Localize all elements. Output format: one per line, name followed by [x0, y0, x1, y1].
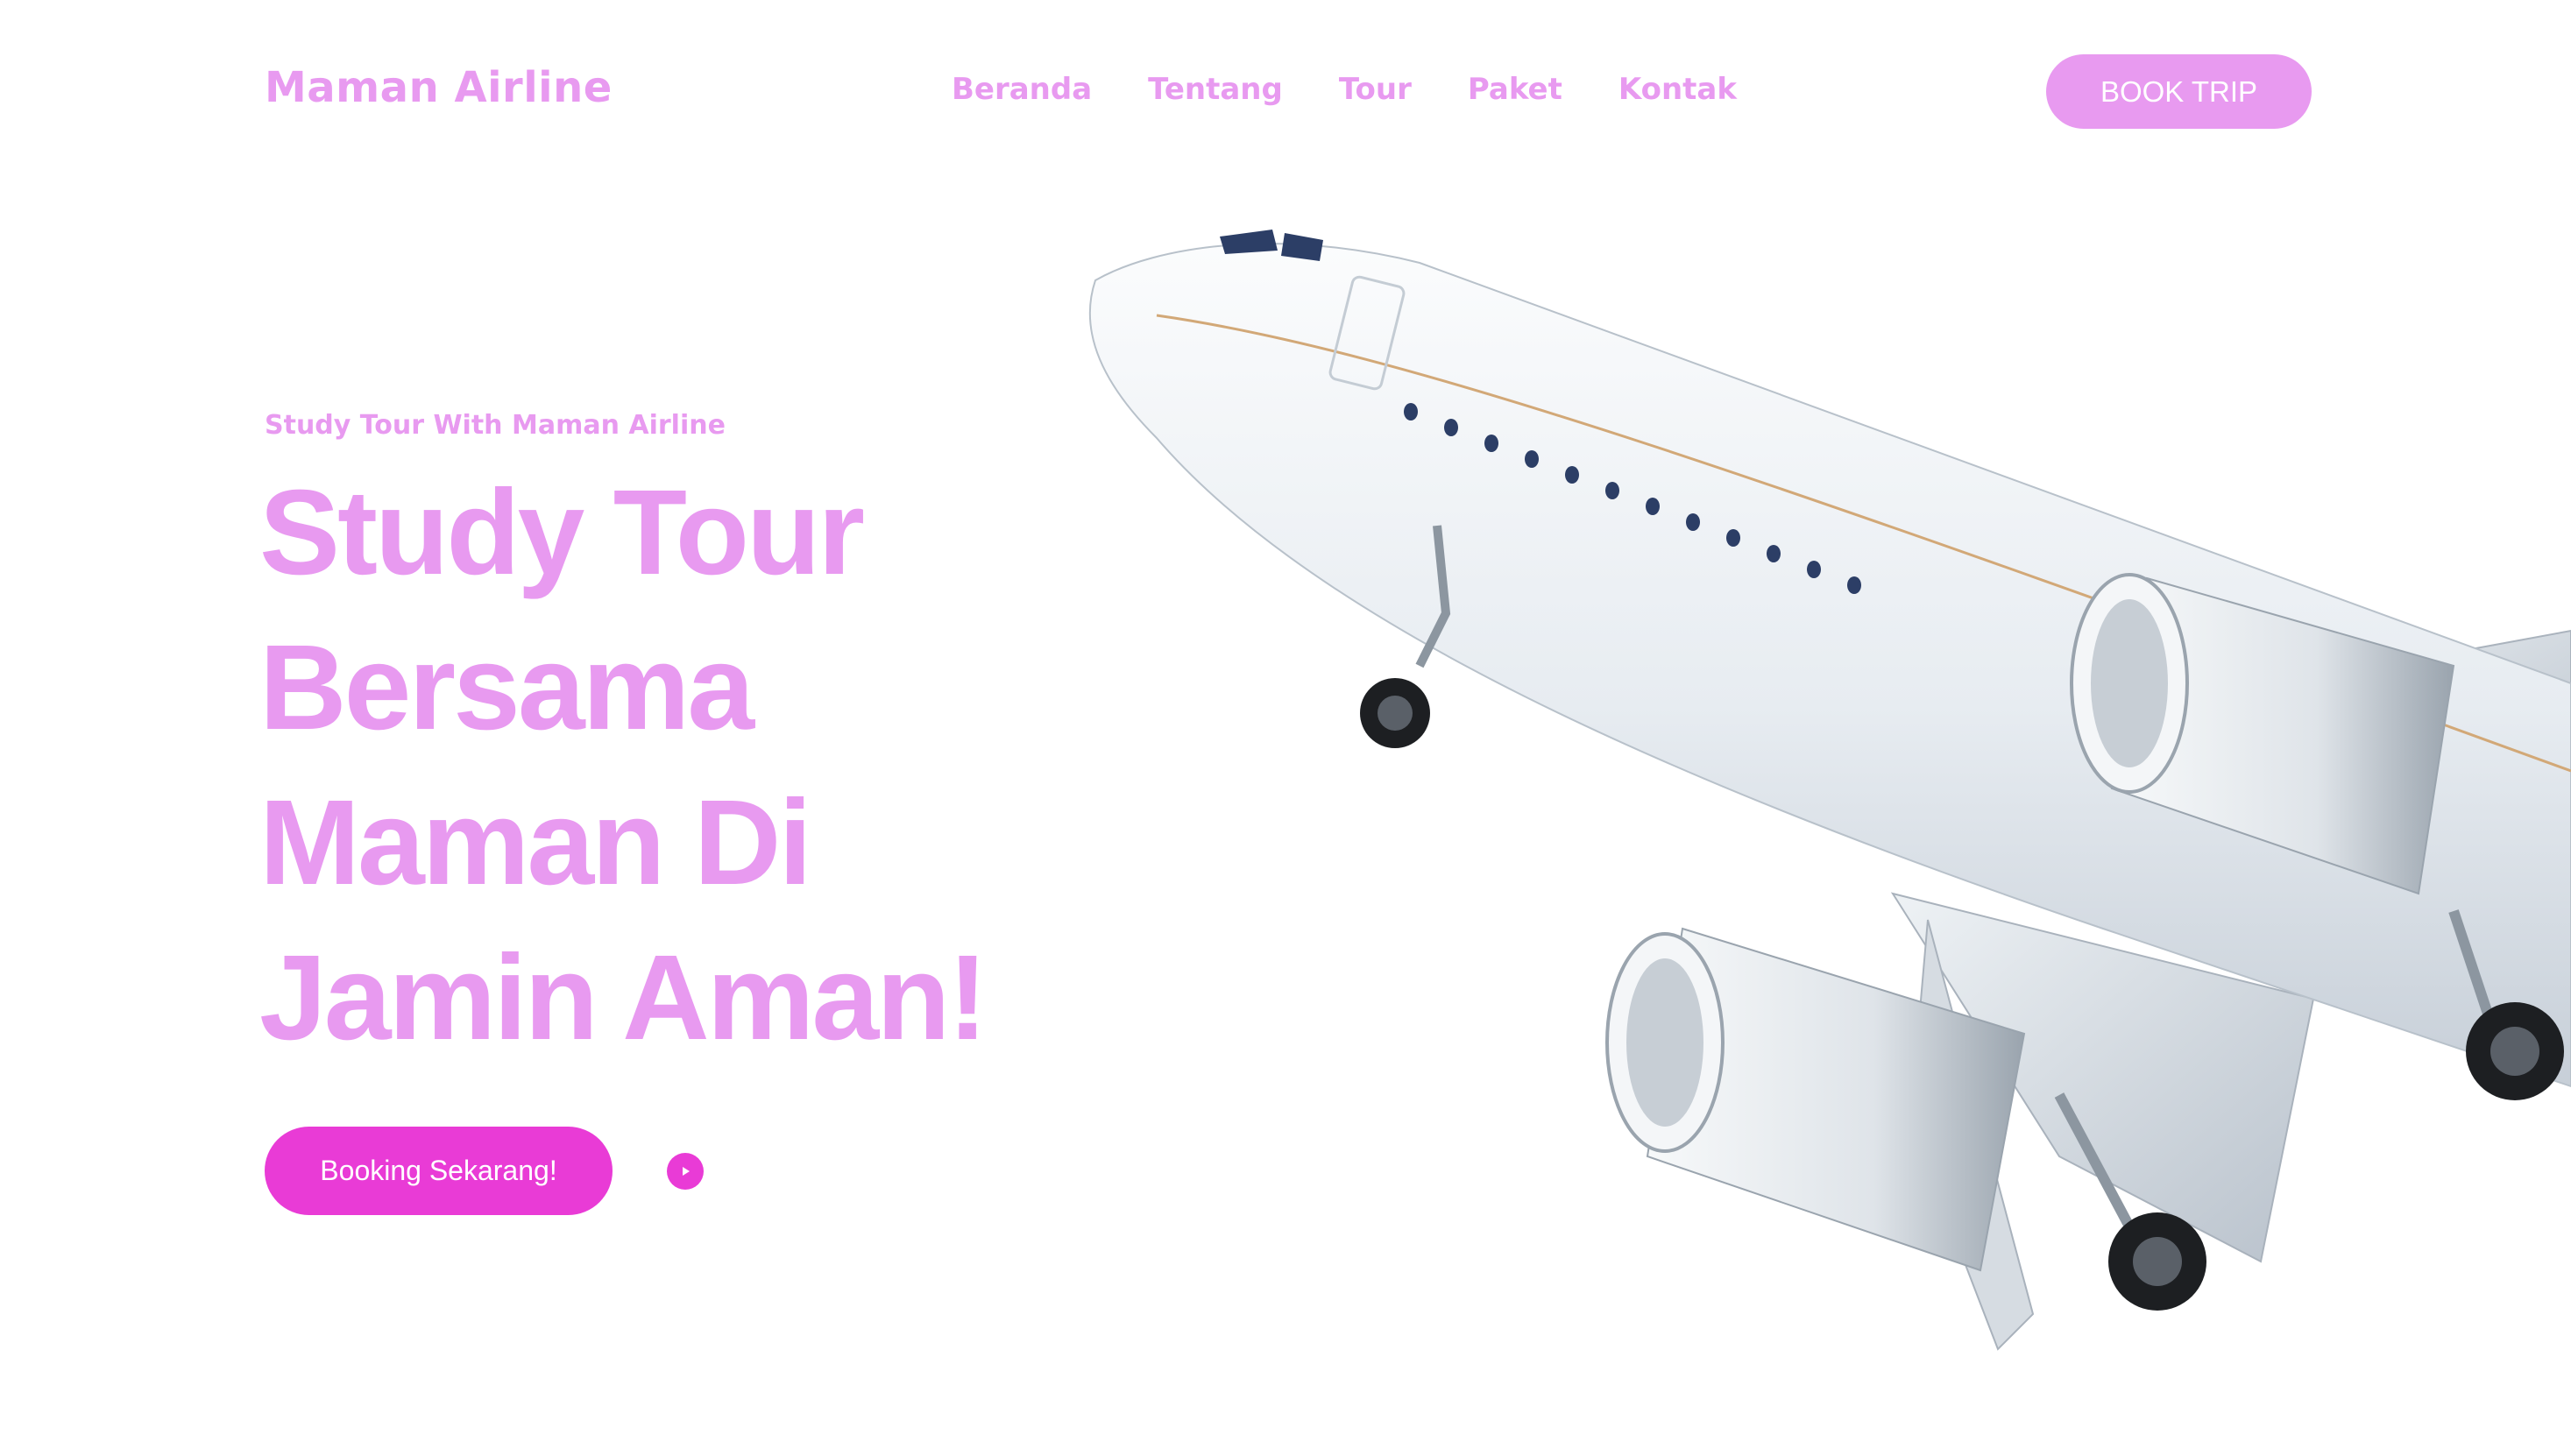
- headline-line-1: Study Tour: [259, 465, 865, 600]
- nav-item-paket[interactable]: Paket: [1468, 72, 1562, 107]
- brand-logo[interactable]: Maman Airline: [265, 63, 613, 112]
- main-nav: Beranda Tentang Tour Paket Kontak: [952, 72, 1737, 107]
- headline-line-4: Jamin Aman!: [259, 930, 988, 1065]
- headline-line-3: Maman Di: [259, 775, 812, 910]
- hero-eyebrow: Study Tour With Maman Airline: [265, 410, 726, 441]
- book-trip-button[interactable]: BOOK TRIP: [2046, 54, 2312, 129]
- nav-item-tour[interactable]: Tour: [1339, 72, 1412, 107]
- play-button[interactable]: [667, 1153, 704, 1190]
- booking-now-button[interactable]: Booking Sekarang!: [265, 1127, 613, 1215]
- play-icon: [683, 1167, 690, 1176]
- nav-item-kontak[interactable]: Kontak: [1618, 72, 1737, 107]
- landing-page: Maman Airline Beranda Tentang Tour Paket…: [0, 0, 2571, 1456]
- nav-item-tentang[interactable]: Tentang: [1148, 72, 1283, 107]
- airplane-image: [1088, 230, 2571, 1351]
- hero-headline: Study Tour Bersama Maman Di Jamin Aman!: [259, 456, 1048, 1076]
- headline-line-2: Bersama: [259, 620, 754, 755]
- nav-item-beranda[interactable]: Beranda: [952, 72, 1092, 107]
